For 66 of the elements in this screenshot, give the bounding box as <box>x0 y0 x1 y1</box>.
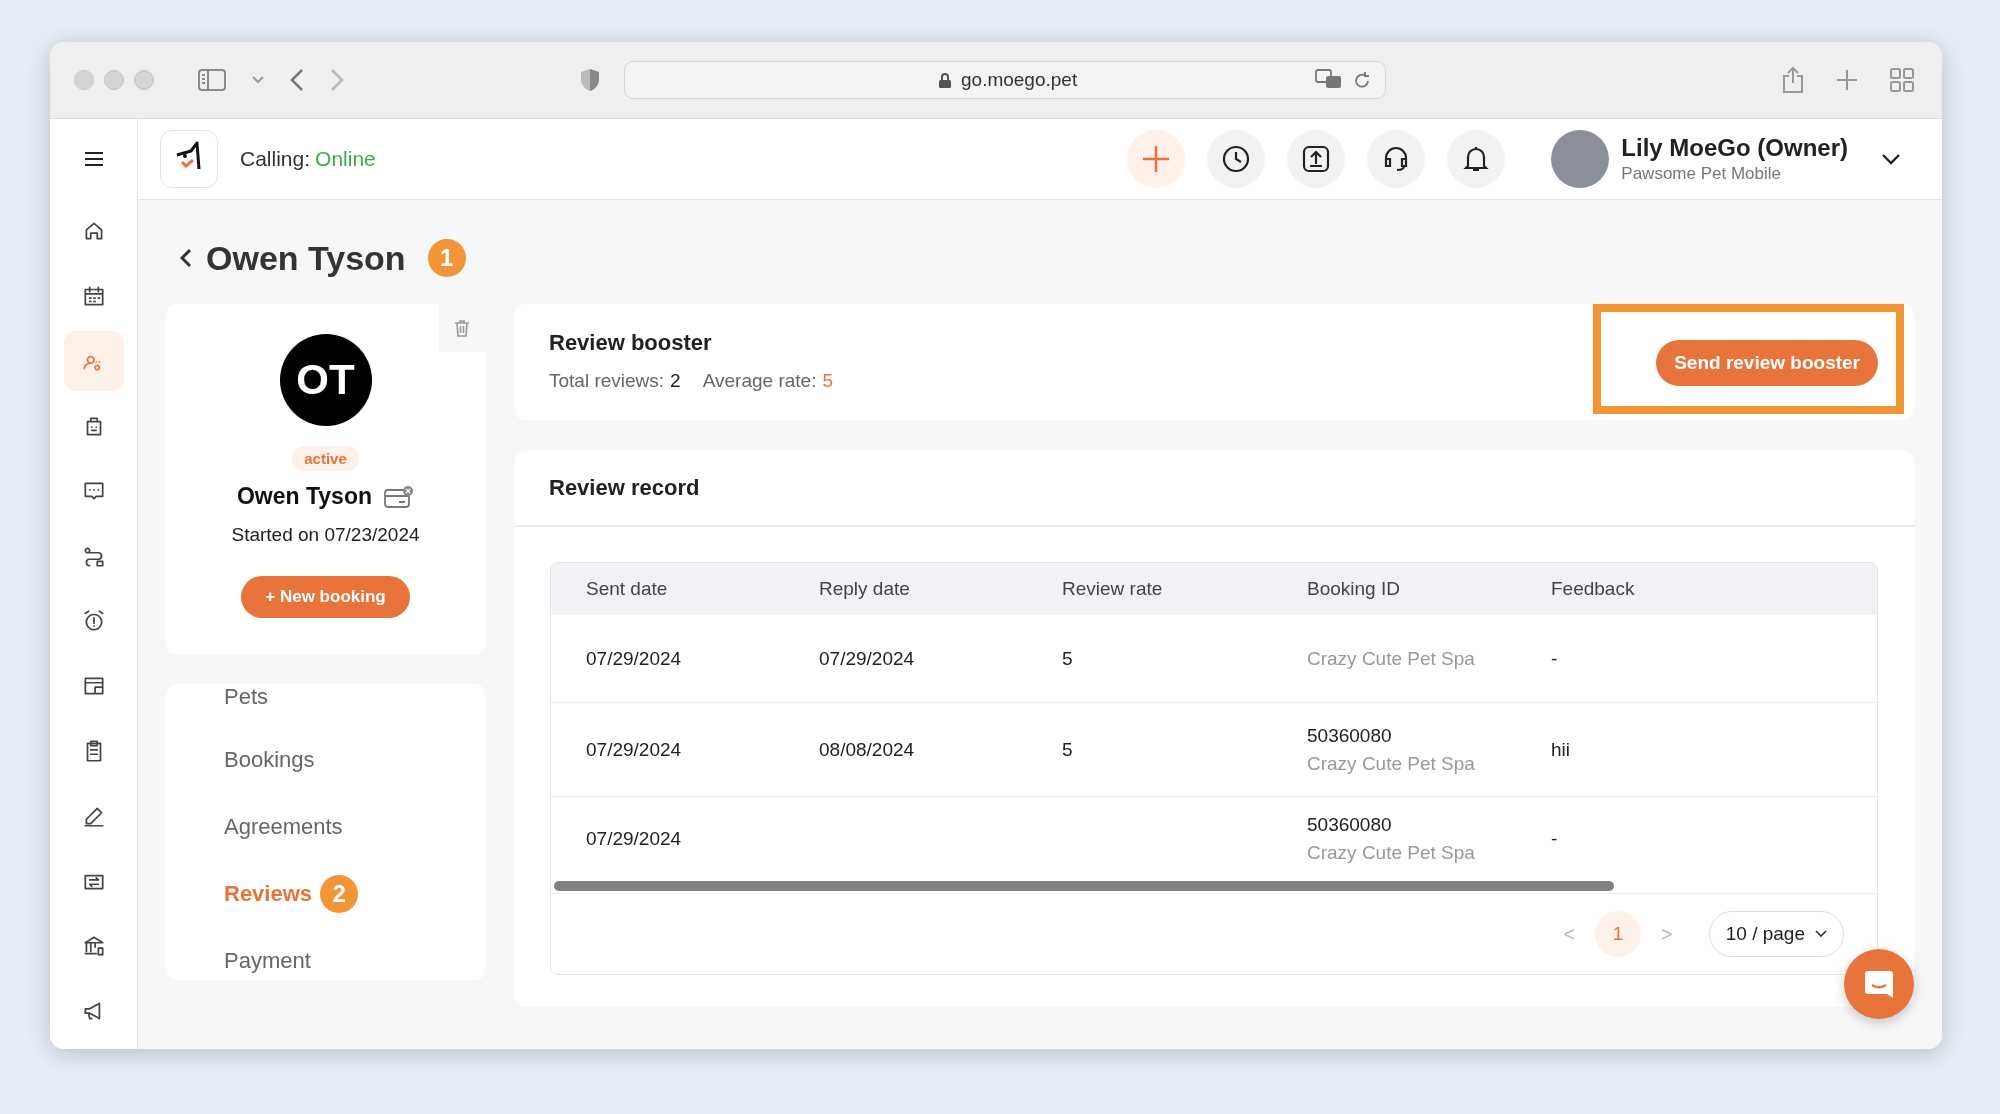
user-avatar[interactable] <box>1551 130 1610 188</box>
table-cell-text: 5 <box>1062 738 1074 761</box>
card-icon[interactable] <box>384 484 414 509</box>
booking-id: 50360080 <box>1307 724 1393 747</box>
lock-icon <box>939 72 951 88</box>
client-nav-item[interactable]: Pets <box>224 684 269 710</box>
shield-icon[interactable] <box>580 68 600 92</box>
table-cell-text: 07/29/2024 <box>586 647 683 670</box>
client-nav-item[interactable]: Payment <box>224 947 311 974</box>
page-title: Owen Tyson <box>206 238 406 278</box>
total-reviews-value: 2 <box>670 370 681 392</box>
client-nav-item[interactable]: Reviews <box>224 880 313 907</box>
address-bar[interactable]: go.moego.pet <box>624 61 1386 99</box>
horizontal-scrollbar[interactable] <box>554 881 1614 891</box>
plus-icon <box>1141 144 1172 174</box>
trash-icon <box>454 319 470 337</box>
url-text: go.moego.pet <box>961 69 1078 91</box>
clock-icon <box>1221 144 1252 174</box>
total-reviews-label: Total reviews: <box>549 370 665 392</box>
menu-icon[interactable] <box>83 151 104 167</box>
average-rate-value: 5 <box>822 370 833 392</box>
section-title: Review record <box>549 475 700 501</box>
business-name: Pawsome Pet Mobile <box>1621 164 1782 184</box>
table-cell-text: 07/29/2024 <box>586 828 683 850</box>
client-nav-item[interactable]: Bookings <box>224 746 315 773</box>
column-header: Booking ID <box>1307 578 1401 600</box>
table-cell-text: hii <box>1551 738 1571 761</box>
calling-label: Calling: <box>240 147 311 171</box>
start-date: Started on 07/23/2024 <box>231 524 420 546</box>
client-avatar: OT <box>279 334 372 426</box>
send-review-booster-button[interactable]: Send review booster <box>1656 340 1878 386</box>
table-cell-text: - <box>1551 828 1559 850</box>
client-nav-item[interactable]: Agreements <box>224 813 343 840</box>
column-header: Reply date <box>819 578 911 600</box>
business-name: Crazy Cute Pet Spa <box>1307 647 1476 670</box>
table-cell-text: 07/29/2024 <box>586 738 683 761</box>
average-rate-label: Average rate: <box>702 370 817 392</box>
booking-id: 50360080 <box>1307 814 1393 836</box>
chevron-down-icon <box>1815 930 1827 938</box>
step-badge: 1 <box>427 239 466 277</box>
column-header: Review rate <box>1062 578 1164 600</box>
table-cell-text: 08/08/2024 <box>819 738 916 761</box>
table-cell-text: 07/29/2024 <box>819 647 916 670</box>
new-booking-button[interactable]: + New booking <box>241 576 410 618</box>
status-badge: active <box>292 446 359 471</box>
new-tab-icon[interactable] <box>1836 69 1858 91</box>
column-header: Feedback <box>1551 578 1636 600</box>
business-name: Crazy Cute Pet Spa <box>1307 842 1476 864</box>
calling-status: Online <box>315 147 376 171</box>
reload-icon[interactable] <box>1353 70 1371 90</box>
table-cell-text: - <box>1551 647 1559 670</box>
chevron-down-icon[interactable] <box>1882 153 1900 165</box>
table-cell-text: 5 <box>1062 647 1074 670</box>
client-name: Owen Tyson <box>236 483 372 510</box>
section-title: Review booster <box>549 330 713 356</box>
user-name: Lily MoeGo (Owner) <box>1621 134 1848 162</box>
tab-overview-icon[interactable] <box>1890 68 1914 92</box>
logo-icon[interactable] <box>160 130 218 188</box>
column-header: Sent date <box>586 578 669 600</box>
share-icon[interactable] <box>1782 66 1804 94</box>
step-badge: 2 <box>320 874 359 913</box>
page-size-select[interactable]: 10 / page <box>1708 911 1844 957</box>
upload-icon <box>1301 144 1332 174</box>
business-name: Crazy Cute Pet Spa <box>1307 752 1476 775</box>
sidebar-toggle-icon[interactable] <box>198 69 226 91</box>
back-icon[interactable] <box>180 248 192 268</box>
